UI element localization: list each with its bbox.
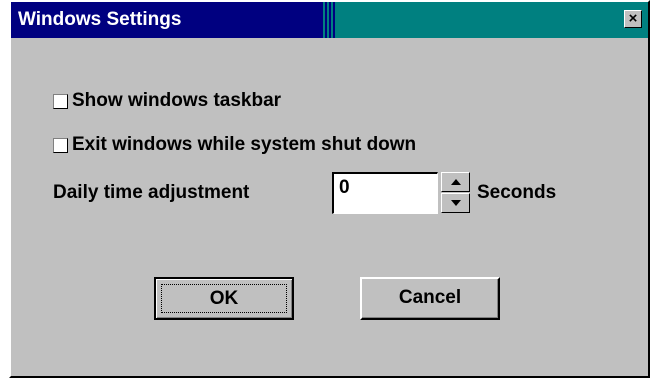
ok-button-label: OK xyxy=(209,288,239,309)
spin-up-button[interactable] xyxy=(441,172,470,192)
daily-adjustment-label: Daily time adjustment xyxy=(53,182,250,203)
show-taskbar-label[interactable]: Show windows taskbar xyxy=(72,90,281,112)
seconds-unit-label: Seconds xyxy=(477,182,557,203)
exit-on-shutdown-label[interactable]: Exit windows while system shut down xyxy=(72,134,416,156)
title-bar-gradient xyxy=(321,2,337,38)
cancel-button[interactable]: Cancel xyxy=(360,277,500,320)
windows-settings-dialog: Windows Settings × Show windows taskbar … xyxy=(9,0,650,378)
ok-button[interactable]: OK xyxy=(154,277,294,320)
ok-focus-rect: OK xyxy=(161,284,287,313)
exit-on-shutdown-checkbox[interactable] xyxy=(53,137,68,153)
exit-on-shutdown-option[interactable]: Exit windows while system shut down xyxy=(53,134,416,156)
close-button[interactable]: × xyxy=(624,10,642,28)
title-bar[interactable]: Windows Settings × xyxy=(11,2,648,38)
show-taskbar-checkbox[interactable] xyxy=(53,93,68,109)
show-taskbar-option[interactable]: Show windows taskbar xyxy=(53,90,281,112)
title-bar-right xyxy=(337,2,648,38)
spin-up-icon xyxy=(450,179,461,185)
spin-down-button[interactable] xyxy=(441,193,470,213)
window-title: Windows Settings xyxy=(18,9,182,30)
close-icon: × xyxy=(628,10,638,27)
cancel-button-label: Cancel xyxy=(398,287,462,308)
daily-adjustment-input[interactable]: 0 xyxy=(332,172,438,214)
spin-down-icon xyxy=(450,200,461,206)
